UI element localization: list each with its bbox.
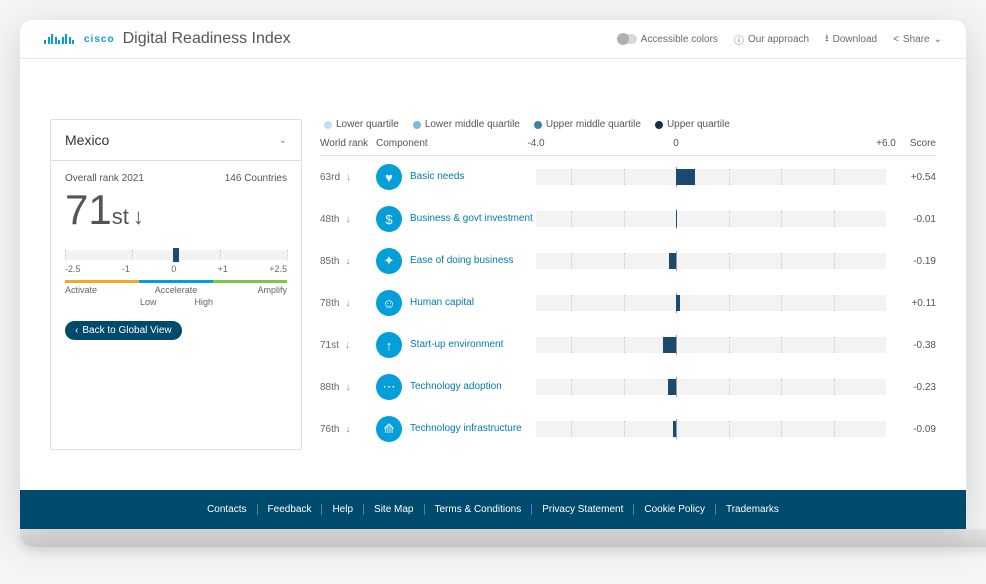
trend-down-icon: ↓ bbox=[345, 340, 350, 351]
footer-link[interactable]: Trademarks bbox=[716, 504, 789, 515]
score-value: +0.54 bbox=[886, 172, 936, 183]
component-link[interactable]: Human capital bbox=[410, 297, 474, 309]
world-rank-value: 48th bbox=[320, 214, 339, 225]
component-row: 88th ↓ ⋯ Technology adoption -0.23 bbox=[320, 366, 936, 408]
quartile-legend: Lower quartile Lower middle quartile Upper… bbox=[320, 119, 936, 130]
trend-down-icon: ↓ bbox=[345, 382, 350, 393]
page-title: Digital Readiness Index bbox=[123, 30, 291, 48]
component-bar-chart bbox=[536, 295, 886, 311]
col-axis: -4.0 0 +6.0 bbox=[536, 138, 886, 149]
component-bar-chart bbox=[536, 253, 886, 269]
component-row: 71st ↓ ↑ Start-up environment -0.38 bbox=[320, 324, 936, 366]
component-bar-chart bbox=[536, 337, 886, 353]
accessible-colors-toggle[interactable]: Accessible colors bbox=[617, 34, 718, 45]
legend-item: Lower quartile bbox=[324, 119, 399, 130]
countries-count: 146 Countries bbox=[225, 173, 287, 184]
footer-link[interactable]: Feedback bbox=[258, 504, 323, 515]
back-to-global-button[interactable]: ‹ Back to Global View bbox=[65, 321, 182, 340]
world-rank-value: 71st bbox=[320, 340, 339, 351]
component-link[interactable]: Basic needs bbox=[410, 171, 464, 183]
trend-down-icon: ↓ bbox=[345, 214, 350, 225]
component-row: 78th ↓ ☺ Human capital +0.11 bbox=[320, 282, 936, 324]
component-link[interactable]: Technology infrastructure bbox=[410, 423, 522, 435]
world-rank-value: 88th bbox=[320, 382, 339, 393]
chevron-down-icon: ⌄ bbox=[279, 135, 287, 146]
footer-link[interactable]: Contacts bbox=[197, 504, 257, 515]
app-header: cisco Digital Readiness Index Accessible… bbox=[20, 20, 966, 59]
info-icon: ⓘ bbox=[734, 32, 744, 47]
download-button[interactable]: ⭳ Download bbox=[825, 31, 877, 48]
share-icon: < bbox=[893, 34, 899, 45]
component-link[interactable]: Technology adoption bbox=[410, 381, 502, 393]
trend-down-icon: ↓ bbox=[346, 172, 351, 183]
rank-label: Overall rank 2021 bbox=[65, 173, 144, 184]
trend-down-icon: ↓ bbox=[133, 204, 144, 230]
download-icon: ⭳ bbox=[825, 31, 829, 48]
world-rank-value: 76th bbox=[320, 424, 339, 435]
world-rank-value: 63rd bbox=[320, 172, 340, 183]
footer: ContactsFeedbackHelpSite MapTerms & Cond… bbox=[20, 490, 966, 529]
footer-link[interactable]: Privacy Statement bbox=[532, 504, 634, 515]
country-summary-card: Mexico ⌄ Overall rank 2021 146 Countries… bbox=[50, 119, 302, 450]
legend-item: Lower middle quartile bbox=[413, 119, 520, 130]
chevron-left-icon: ‹ bbox=[75, 325, 78, 336]
component-bar-chart bbox=[536, 211, 886, 227]
cisco-logo bbox=[44, 34, 74, 44]
component-row: 48th ↓ $ Business & govt investment -0.01 bbox=[320, 198, 936, 240]
component-link[interactable]: Start-up environment bbox=[410, 339, 503, 351]
component-icon: ♥ bbox=[376, 164, 402, 190]
component-link[interactable]: Business & govt investment bbox=[410, 213, 533, 225]
component-row: 76th ↓ ⟰ Technology infrastructure -0.09 bbox=[320, 408, 936, 450]
world-rank-value: 78th bbox=[320, 298, 339, 309]
component-icon: $ bbox=[376, 206, 402, 232]
trend-down-icon: ↓ bbox=[345, 256, 350, 267]
toggle-icon bbox=[617, 34, 637, 44]
component-icon: ☺ bbox=[376, 290, 402, 316]
component-bar-chart bbox=[536, 379, 886, 395]
overall-rank: 71st ↓ bbox=[65, 186, 287, 234]
score-value: +0.11 bbox=[886, 298, 936, 309]
footer-link[interactable]: Site Map bbox=[364, 504, 424, 515]
chevron-down-icon: ⌄ bbox=[934, 34, 942, 45]
score-value: -0.19 bbox=[886, 256, 936, 267]
component-icon: ↑ bbox=[376, 332, 402, 358]
trend-down-icon: ↓ bbox=[345, 424, 350, 435]
brand-text: cisco bbox=[84, 34, 115, 45]
country-name: Mexico bbox=[65, 132, 109, 148]
country-selector[interactable]: Mexico ⌄ bbox=[51, 120, 301, 161]
footer-link[interactable]: Terms & Conditions bbox=[425, 504, 533, 515]
component-link[interactable]: Ease of doing business bbox=[410, 255, 513, 267]
component-row: 63rd ↓ ♥ Basic needs +0.54 bbox=[320, 156, 936, 198]
component-icon: ✦ bbox=[376, 248, 402, 274]
score-value: -0.38 bbox=[886, 340, 936, 351]
legend-item: Upper middle quartile bbox=[534, 119, 641, 130]
component-bar-chart bbox=[536, 421, 886, 437]
footer-link[interactable]: Help bbox=[322, 504, 364, 515]
our-approach-link[interactable]: ⓘ Our approach bbox=[734, 32, 809, 47]
share-button[interactable]: < Share ⌄ bbox=[893, 34, 942, 45]
col-component: Component bbox=[376, 138, 536, 149]
trend-down-icon: ↓ bbox=[345, 298, 350, 309]
score-value: -0.01 bbox=[886, 214, 936, 225]
world-rank-value: 85th bbox=[320, 256, 339, 267]
score-value: -0.23 bbox=[886, 382, 936, 393]
col-world-rank: World rank bbox=[320, 138, 376, 149]
footer-link[interactable]: Cookie Policy bbox=[634, 504, 716, 515]
score-value: -0.09 bbox=[886, 424, 936, 435]
component-bar-chart bbox=[536, 169, 886, 185]
readiness-gauge: -2.5-10+1+2.5 ActivateAccelerateAmplify … bbox=[51, 242, 301, 307]
component-row: 85th ↓ ✦ Ease of doing business -0.19 bbox=[320, 240, 936, 282]
component-icon: ⟰ bbox=[376, 416, 402, 442]
table-header: World rank Component -4.0 0 +6.0 Score bbox=[320, 138, 936, 156]
legend-item: Upper quartile bbox=[655, 119, 730, 130]
component-icon: ⋯ bbox=[376, 374, 402, 400]
